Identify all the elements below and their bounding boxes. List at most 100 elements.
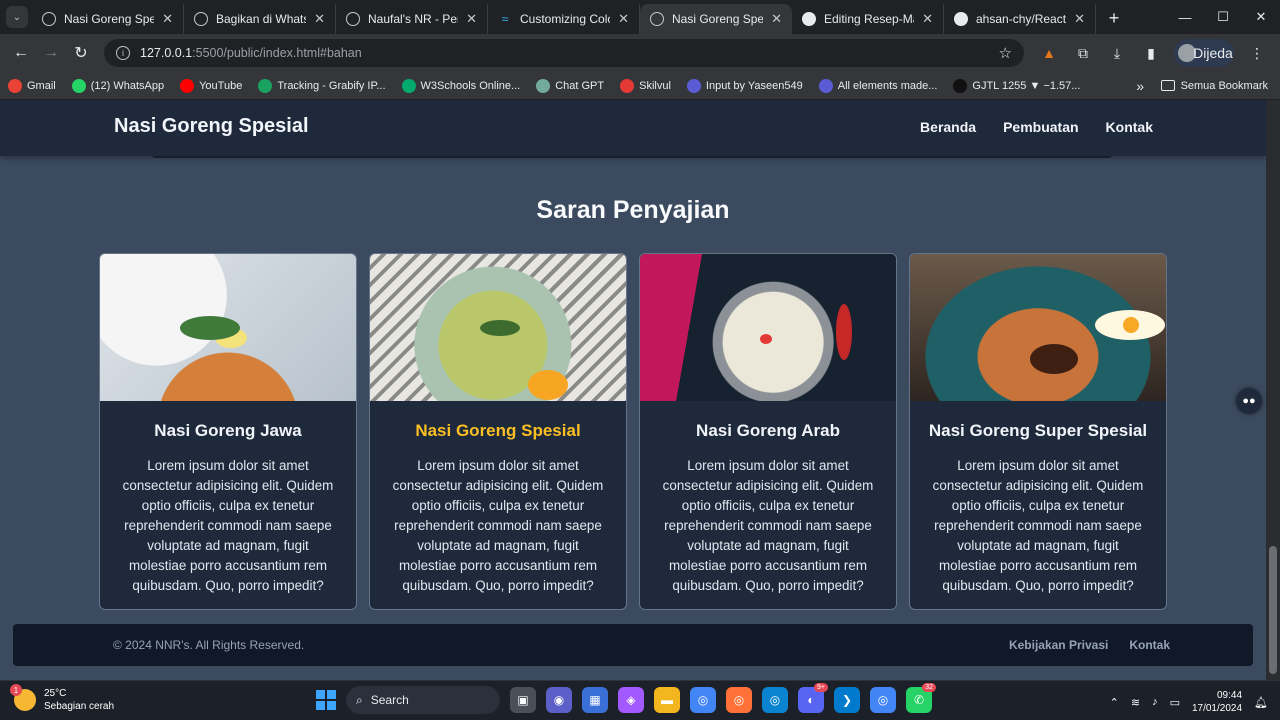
all-bookmarks-label: Semua Bookmark — [1180, 79, 1268, 92]
footer-link-contact[interactable]: Kontak — [1129, 638, 1170, 652]
back-button[interactable]: ← — [6, 38, 36, 68]
card-description: Lorem ipsum dolor sit amet consectetur a… — [662, 458, 874, 593]
task-view-icon[interactable]: ▣ — [510, 687, 536, 713]
tab-title: Bagikan di WhatsApp — [216, 12, 306, 26]
weather-temp: 25°C — [44, 688, 67, 699]
tab-title: Nasi Goreng Spesial — [672, 12, 764, 26]
close-tab-icon[interactable]: ✕ — [162, 11, 173, 27]
tab-search-button[interactable]: ⌄ — [6, 6, 28, 28]
bookmark-label: Input by Yaseen549 — [705, 79, 803, 92]
browser-tab[interactable]: Editing Resep-Makar ✕ — [792, 4, 944, 34]
bookmark-item[interactable]: Tracking - Grabify IP... — [258, 78, 386, 93]
bookmark-item[interactable]: GJTL 1255 ▼ −1.57... — [953, 78, 1081, 93]
footer-link-privacy[interactable]: Kebijakan Privasi — [1009, 638, 1108, 652]
bookmark-favicon-icon — [686, 78, 701, 93]
url-host: 127.0.0.1 — [140, 46, 193, 60]
figma-icon[interactable]: ◈ — [618, 687, 644, 713]
reload-button[interactable]: ↻ — [66, 38, 96, 68]
battery-icon[interactable]: ▭ — [1170, 696, 1180, 709]
browser-tab[interactable]: Nasi Goreng Spesial ✕ — [32, 4, 184, 34]
store-icon[interactable]: ▦ — [582, 687, 608, 713]
metamask-extension-icon[interactable]: ▲ — [1038, 42, 1060, 64]
site-brand[interactable]: Nasi Goreng Spesial — [114, 115, 309, 138]
browser-tab[interactable]: ahsan-chy/React-JS- ✕ — [944, 4, 1096, 34]
taskbar-apps: ⌕ Search ▣ ◉ ▦ ◈ ▬ ◎ ◎ ◎ ◐ 9+ ❯ ◎ ✆ 32 — [316, 683, 936, 714]
taskbar-clock[interactable]: 09:44 17/01/2024 — [1192, 689, 1242, 715]
address-bar[interactable]: i 127.0.0.1:5500/public/index.html#bahan… — [104, 39, 1024, 67]
whatsapp-icon[interactable]: ✆ 32 — [906, 683, 936, 713]
nav-link-beranda[interactable]: Beranda — [920, 119, 976, 135]
minimize-button[interactable]: — — [1166, 0, 1204, 34]
windows-start-icon[interactable] — [316, 690, 336, 710]
window-controls: — ☐ ✕ — [1166, 0, 1280, 34]
profile-button[interactable]: Dijeda — [1174, 39, 1234, 67]
page-scrollbar[interactable] — [1266, 100, 1280, 680]
recipe-card[interactable]: Nasi Goreng Arab Lorem ipsum dolor sit a… — [639, 253, 897, 610]
card-description: Lorem ipsum dolor sit amet consectetur a… — [932, 458, 1144, 593]
bookmark-item[interactable]: Gmail — [8, 78, 56, 93]
recipe-card[interactable]: Nasi Goreng Super Spesial Lorem ipsum do… — [909, 253, 1167, 610]
recipe-card[interactable]: Nasi Goreng Spesial Lorem ipsum dolor si… — [369, 253, 627, 610]
browser-tab-strip: ⌄ Nasi Goreng Spesial✕Bagikan di WhatsAp… — [0, 0, 1280, 34]
side-panel-icon[interactable]: ▮ — [1140, 42, 1162, 64]
card-title: Nasi Goreng Spesial — [415, 421, 581, 440]
bookmark-label: YouTube — [199, 79, 243, 92]
chrome-icon[interactable]: ◎ — [690, 687, 716, 713]
close-tab-icon[interactable]: ✕ — [771, 11, 782, 27]
recipe-card[interactable]: Nasi Goreng Jawa Lorem ipsum dolor sit a… — [99, 253, 357, 610]
browser-tab[interactable]: ≈ Customizing Colors ✕ — [488, 4, 640, 34]
clock-date: 17/01/2024 — [1191, 703, 1243, 714]
file-explorer-icon[interactable]: ▬ — [654, 687, 680, 713]
browser-tab[interactable]: Nasi Goreng Spesial ✕ — [640, 4, 792, 34]
close-tab-icon[interactable]: ✕ — [466, 11, 477, 27]
bookmark-label: GJTL 1255 ▼ −1.57... — [972, 79, 1081, 92]
bookmark-favicon-icon — [401, 78, 416, 93]
wifi-icon[interactable]: ≋ — [1131, 696, 1140, 709]
edge-icon[interactable]: ◎ — [762, 687, 788, 713]
tailwind-icon: ≈ — [501, 12, 509, 26]
weather-widget[interactable]: 1 25°C Sebagian cerah — [10, 684, 114, 713]
volume-icon[interactable]: ♪ — [1152, 696, 1158, 708]
download-icon[interactable]: ⤓ — [1106, 42, 1128, 64]
all-bookmarks-folder[interactable]: Semua Bookmark — [1160, 79, 1268, 92]
search-icon: ⌕ — [356, 692, 363, 707]
bookmark-item[interactable]: YouTube — [180, 78, 243, 93]
close-tab-icon[interactable]: ✕ — [618, 11, 629, 27]
taskbar-search[interactable]: ⌕ Search — [346, 686, 500, 714]
bookmark-item[interactable]: Input by Yaseen549 — [686, 78, 803, 93]
browser-tab[interactable]: Naufal's NR - Person ✕ — [336, 4, 488, 34]
nav-link-pembuatan[interactable]: Pembuatan — [1003, 119, 1078, 135]
bookmark-item[interactable]: W3Schools Online... — [401, 78, 520, 93]
nav-link-kontak[interactable]: Kontak — [1106, 119, 1153, 135]
browser-menu-icon[interactable]: ⋮ — [1246, 42, 1268, 64]
teams-chat-icon[interactable]: ◉ — [546, 687, 572, 713]
bookmark-item[interactable]: (12) WhatsApp — [71, 78, 164, 93]
site-info-icon[interactable]: i — [116, 46, 130, 60]
browser-toolbar: ← → ↻ i 127.0.0.1:5500/public/index.html… — [0, 34, 1280, 72]
maximize-button[interactable]: ☐ — [1204, 0, 1242, 34]
tray-overflow-chevron-icon[interactable]: ⌃ — [1110, 696, 1119, 709]
browser-tab[interactable]: Bagikan di WhatsApp ✕ — [184, 4, 336, 34]
floating-assistant-icon[interactable]: ●● — [1236, 388, 1262, 414]
bookmark-item[interactable]: All elements made... — [818, 78, 937, 93]
scrollbar-thumb[interactable] — [1269, 546, 1277, 674]
close-window-button[interactable]: ✕ — [1242, 0, 1280, 34]
bookmark-star-icon[interactable]: ☆ — [999, 44, 1012, 62]
bookmark-list: Gmail (12) WhatsApp YouTube Tracking - Grab… — [8, 78, 1096, 93]
new-tab-button[interactable]: + — [1100, 4, 1128, 32]
bookmark-item[interactable]: Chat GPT — [536, 78, 604, 93]
bookmark-favicon-icon — [536, 78, 551, 93]
forward-button[interactable]: → — [36, 38, 66, 68]
vscode-icon[interactable]: ❯ — [834, 687, 860, 713]
close-tab-icon[interactable]: ✕ — [1074, 11, 1085, 27]
discord-icon[interactable]: ◐ 9+ — [798, 683, 828, 713]
chrome-profile-icon[interactable]: ◎ — [870, 687, 896, 713]
tab-list: Nasi Goreng Spesial ✕ Bagikan di WhatsApp ✕… — [32, 4, 1096, 34]
more-bookmarks-chevron-icon[interactable]: » — [1136, 78, 1144, 94]
close-tab-icon[interactable]: ✕ — [922, 11, 933, 27]
notification-bell-icon[interactable]: 🔔︎ — [1254, 696, 1268, 709]
extensions-puzzle-icon[interactable]: ⧉ — [1072, 42, 1094, 64]
bookmark-item[interactable]: Skilvul — [620, 78, 671, 93]
close-tab-icon[interactable]: ✕ — [314, 11, 325, 27]
firefox-icon[interactable]: ◎ — [726, 687, 752, 713]
